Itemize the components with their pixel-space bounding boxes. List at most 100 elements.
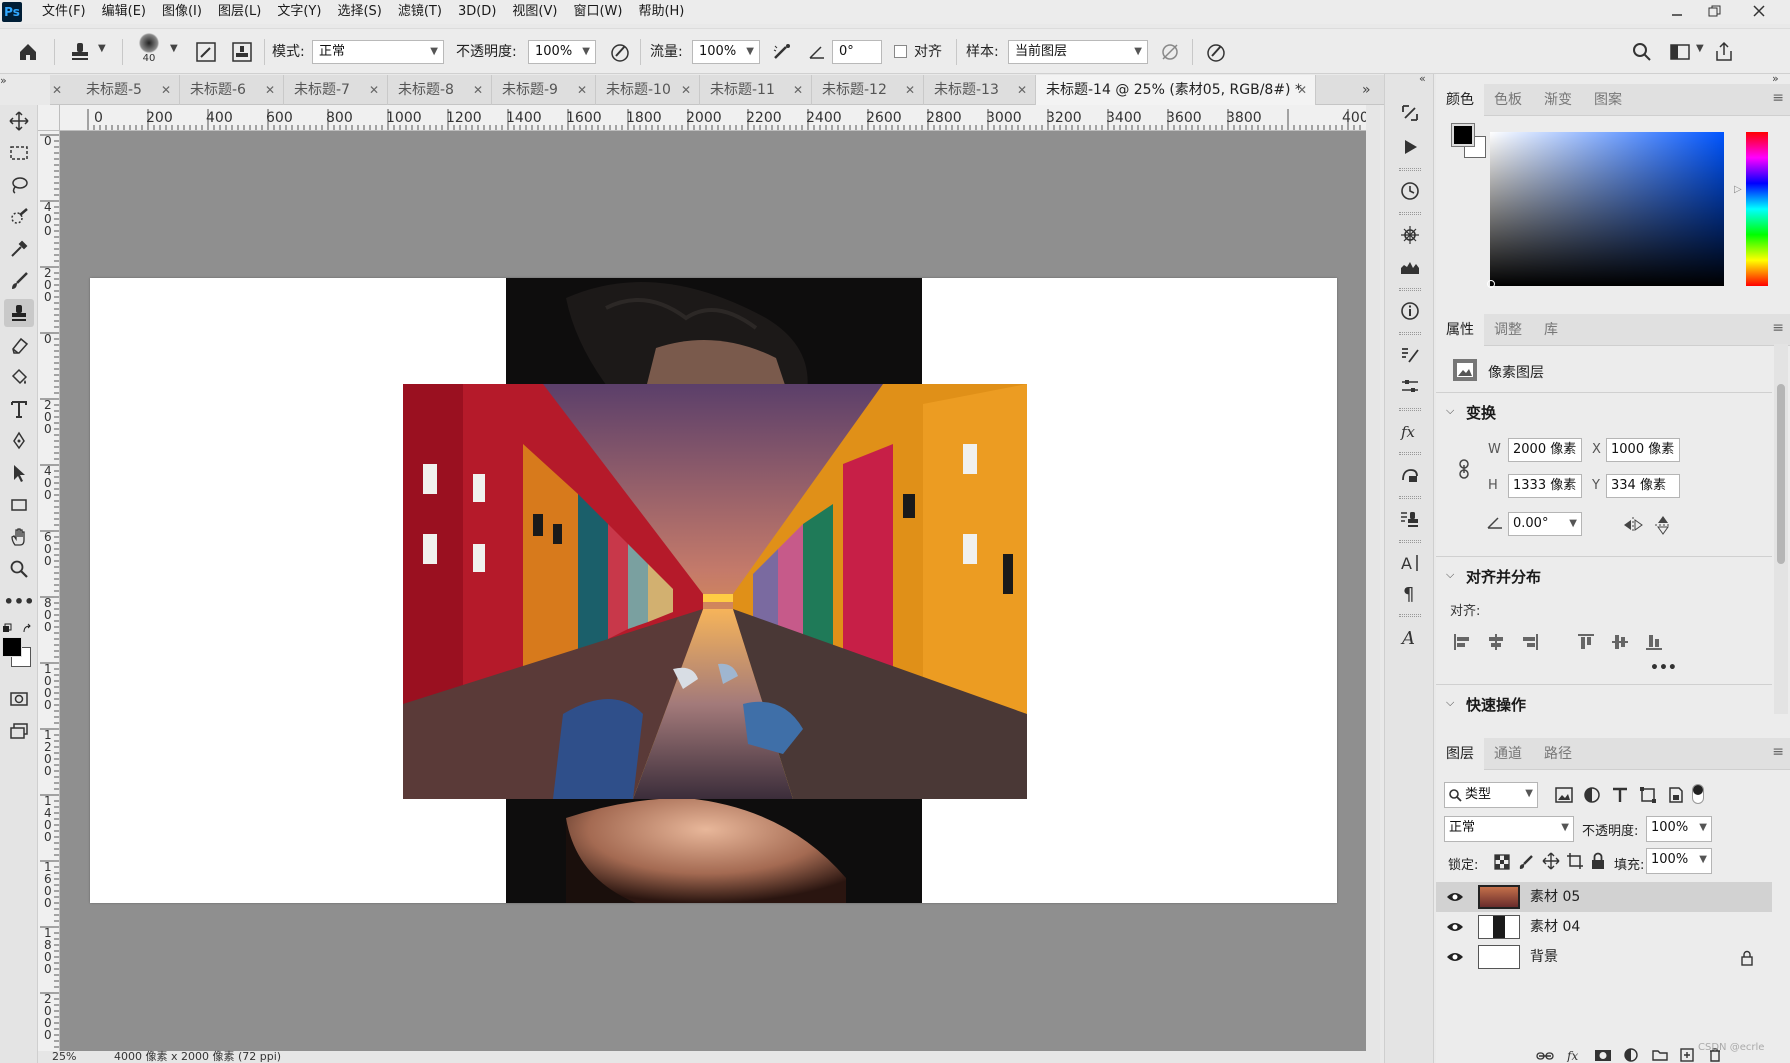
lock-position-icon[interactable] xyxy=(1542,852,1560,870)
pressure-opacity-button[interactable] xyxy=(608,40,632,64)
fx-icon[interactable]: fx xyxy=(1566,1048,1584,1062)
scrollbar-thumb[interactable] xyxy=(1777,384,1785,564)
tab-untitled-5[interactable]: 未标题-5 ✕ xyxy=(76,75,180,105)
close-icon[interactable]: ✕ xyxy=(161,75,171,105)
brush-tool[interactable] xyxy=(4,267,34,295)
character-panel-button[interactable]: A xyxy=(1397,550,1423,576)
tab-libraries[interactable]: 库 xyxy=(1534,314,1568,346)
tab-untitled-9[interactable]: 未标题-9 ✕ xyxy=(492,75,596,105)
document-info[interactable]: 4000 像素 x 2000 像素 (72 ppi) xyxy=(114,1051,281,1063)
align-left-edges-icon[interactable] xyxy=(1452,632,1472,652)
smart-object-filter-icon[interactable] xyxy=(1666,786,1686,804)
brush-angle-input[interactable]: 0° xyxy=(832,40,882,64)
history-panel-button[interactable] xyxy=(1397,178,1423,204)
share-button[interactable] xyxy=(1712,40,1736,64)
brush-settings-panel-button[interactable] xyxy=(1397,342,1423,368)
toggle-clone-source-button[interactable] xyxy=(230,40,254,64)
screen-mode-button[interactable] xyxy=(4,717,34,745)
document-canvas[interactable] xyxy=(90,278,1337,903)
zoom-tool[interactable] xyxy=(4,555,34,583)
panel-menu-icon[interactable]: ≡ xyxy=(1772,90,1784,106)
styles-panel-button[interactable]: fx xyxy=(1397,418,1423,444)
tab-untitled-13[interactable]: 未标题-13 ✕ xyxy=(924,75,1036,105)
brush-size-picker[interactable]: 40 xyxy=(136,33,162,71)
height-input[interactable]: 1333 像素 xyxy=(1508,474,1582,498)
hue-slider[interactable] xyxy=(1746,132,1768,286)
menu-help[interactable]: 帮助(H) xyxy=(630,0,692,24)
close-icon[interactable]: ✕ xyxy=(905,75,915,105)
add-mask-icon[interactable] xyxy=(1594,1049,1612,1061)
opacity-input[interactable]: 100% ▼ xyxy=(528,40,596,64)
rotation-input[interactable]: 0.00° ▼ xyxy=(1508,512,1582,536)
canvas-scrollbar[interactable] xyxy=(1366,105,1380,1063)
more-options-icon[interactable]: ••• xyxy=(1650,660,1677,676)
brushes-panel-button[interactable] xyxy=(1397,374,1423,400)
navigator-panel-button[interactable] xyxy=(1397,222,1423,248)
flip-horizontal-icon[interactable] xyxy=(1622,516,1644,534)
eye-icon[interactable] xyxy=(1446,890,1464,904)
tab-untitled-14-active[interactable]: 未标题-14 @ 25% (素材05, RGB/8#) * ✕ xyxy=(1036,75,1316,105)
info-panel-button[interactable] xyxy=(1397,298,1423,324)
align-vertical-centers-icon[interactable] xyxy=(1610,632,1630,652)
menu-window[interactable]: 窗口(W) xyxy=(565,0,630,24)
properties-scrollbar[interactable] xyxy=(1774,344,1788,714)
menu-type[interactable]: 文字(Y) xyxy=(269,0,329,24)
search-button[interactable] xyxy=(1630,40,1654,64)
tab-gradients[interactable]: 渐变 xyxy=(1534,84,1582,116)
new-adjustment-layer-icon[interactable] xyxy=(1624,1048,1638,1062)
chevron-down-icon[interactable]: ▼ xyxy=(1696,43,1704,54)
shape-filter-icon[interactable] xyxy=(1638,786,1658,804)
tab-patterns[interactable]: 图案 xyxy=(1584,84,1632,116)
close-icon[interactable]: ✕ xyxy=(1017,75,1027,105)
eye-icon[interactable] xyxy=(1446,920,1464,934)
hand-tool[interactable] xyxy=(4,523,34,551)
ignore-adjustment-layers-button[interactable] xyxy=(1158,40,1182,64)
layer-name[interactable]: 素材 04 xyxy=(1530,912,1580,942)
foreground-color-swatch[interactable] xyxy=(1451,123,1475,147)
chevron-down-icon[interactable]: ⌵ xyxy=(1446,404,1454,418)
more-tabs-icon[interactable]: » xyxy=(1362,75,1371,105)
tab-untitled-6[interactable]: 未标题-6 ✕ xyxy=(180,75,284,105)
pen-tool[interactable] xyxy=(4,427,34,455)
tab-swatches[interactable]: 色板 xyxy=(1484,84,1532,116)
y-input[interactable]: 334 像素 xyxy=(1606,474,1680,498)
new-layer-icon[interactable] xyxy=(1680,1048,1694,1062)
close-icon[interactable]: ✕ xyxy=(265,75,275,105)
chevron-down-icon[interactable]: ⌵ xyxy=(1446,568,1454,582)
filter-toggle-switch[interactable] xyxy=(1692,784,1704,804)
layer-filter-select[interactable]: 类型 ▼ xyxy=(1444,782,1538,808)
panel-menu-icon[interactable]: ≡ xyxy=(1772,320,1784,336)
link-icon[interactable] xyxy=(1456,458,1472,480)
eyedropper-tool[interactable] xyxy=(4,235,34,263)
tab-untitled-11[interactable]: 未标题-11 ✕ xyxy=(700,75,812,105)
toggle-brush-settings-button[interactable] xyxy=(194,40,218,64)
layer-row[interactable]: 背景 xyxy=(1436,942,1772,972)
minimize-button[interactable] xyxy=(1662,0,1692,22)
histogram-panel-button[interactable] xyxy=(1397,254,1423,280)
collapse-panels-icon[interactable]: « xyxy=(1419,72,1426,85)
mode-select[interactable]: 正常 ▼ xyxy=(312,40,444,64)
align-bottom-edges-icon[interactable] xyxy=(1644,632,1664,652)
close-icon[interactable]: ✕ xyxy=(369,75,379,105)
tab-paths[interactable]: 路径 xyxy=(1534,738,1582,770)
fill-input[interactable]: 100% ▼ xyxy=(1646,848,1712,874)
ruler-origin[interactable] xyxy=(38,105,60,131)
close-icon[interactable]: ✕ xyxy=(793,75,803,105)
adjustment-filter-icon[interactable] xyxy=(1582,786,1602,804)
menu-select[interactable]: 选择(S) xyxy=(329,0,389,24)
airbrush-button[interactable] xyxy=(770,40,794,64)
menu-view[interactable]: 视图(V) xyxy=(504,0,565,24)
tab-properties[interactable]: 属性 xyxy=(1436,314,1484,346)
tab-layers[interactable]: 图层 xyxy=(1436,738,1484,770)
link-layers-icon[interactable] xyxy=(1536,1050,1554,1062)
chevron-down-icon[interactable]: ▼ xyxy=(170,43,178,54)
layer-name[interactable]: 背景 xyxy=(1530,942,1558,972)
tab-adjustments[interactable]: 调整 xyxy=(1484,314,1532,346)
tab-color[interactable]: 颜色 xyxy=(1436,84,1484,116)
tab-untitled-12[interactable]: 未标题-12 ✕ xyxy=(812,75,924,105)
pixel-filter-icon[interactable] xyxy=(1554,786,1574,804)
blend-mode-select[interactable]: 正常 ▼ xyxy=(1444,816,1574,842)
move-tool[interactable] xyxy=(4,107,34,135)
color-picker-handle[interactable] xyxy=(1487,280,1495,288)
paragraph-panel-button[interactable]: ¶ xyxy=(1397,580,1423,606)
